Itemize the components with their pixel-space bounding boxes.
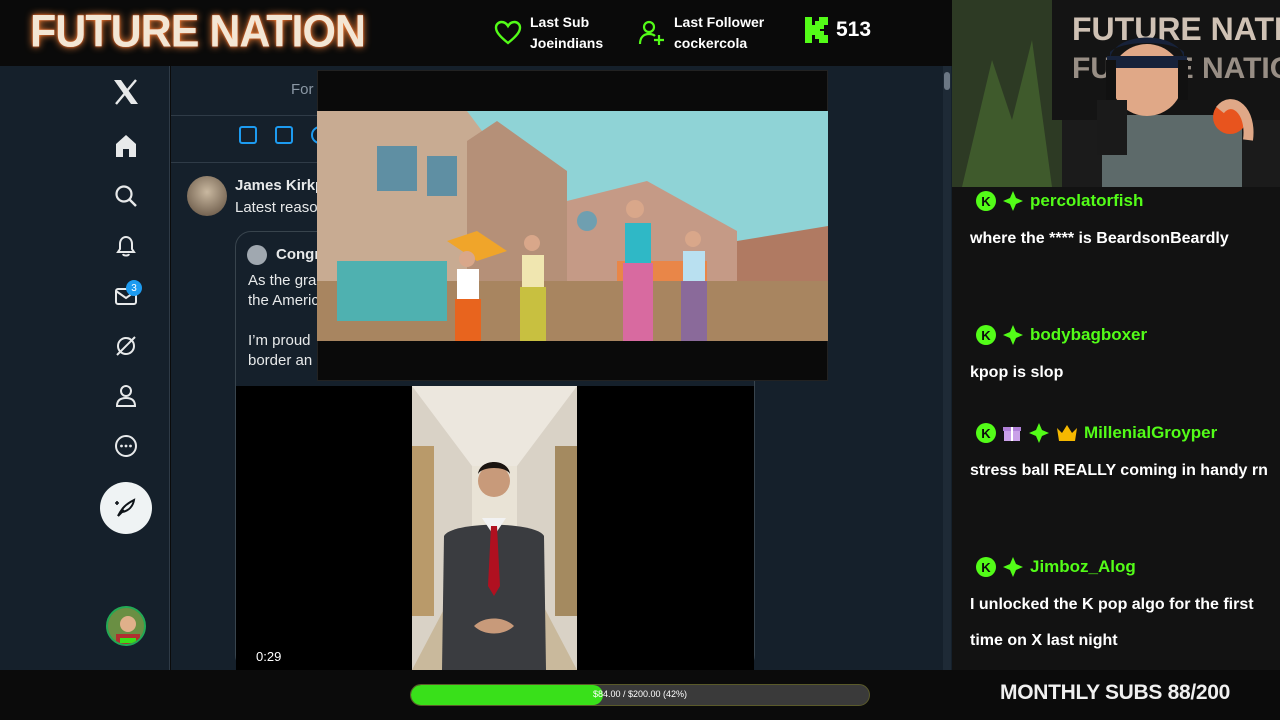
last-sub-label: Last Sub [530, 14, 590, 30]
chat-username[interactable]: bodybagboxer [1030, 325, 1147, 345]
kick-badge-icon: K [976, 557, 996, 577]
x-sidebar [0, 66, 170, 670]
chat-username[interactable]: Jimboz_Alog [1030, 557, 1136, 577]
quoted-author-avatar [247, 245, 267, 265]
profile-icon[interactable] [108, 378, 144, 414]
tab-for-you[interactable]: For [291, 81, 314, 98]
webcam-feed: FUTURE NATION FUTURE NATION [952, 0, 1280, 187]
chat-username-row: K Jimboz_Alog [976, 556, 1136, 578]
last-follower-label: Last Follower [674, 14, 765, 30]
quoted-text-line: border an [248, 352, 313, 369]
sub-badge-icon [1029, 423, 1049, 443]
viewer-count: 513 [836, 18, 872, 41]
tweet-author-name[interactable]: James Kirkp [235, 177, 324, 194]
more-icon[interactable] [108, 428, 144, 464]
gif-icon[interactable] [275, 126, 293, 144]
chat-username-row: K MillenialGroyper [976, 422, 1217, 444]
sub-badge-icon [1003, 191, 1023, 211]
messages-badge: 3 [126, 280, 142, 296]
tweet-author-avatar[interactable] [187, 176, 227, 216]
kick-badge-icon: K [976, 325, 996, 345]
compose-post-button[interactable] [100, 482, 152, 534]
overlay-video-frame[interactable] [317, 111, 828, 341]
quoted-text-line: the Americ [248, 292, 319, 309]
home-icon[interactable] [108, 128, 144, 164]
brand-title: FUTURE NATION [30, 6, 366, 58]
monthly-subs-counter: MONTHLY SUBS 88/200 [1000, 681, 1231, 704]
add-user-icon [638, 20, 664, 45]
chat-message: where the **** is BeardsonBeardly [970, 230, 1229, 247]
chat-username-row: K percolatorfish [976, 190, 1143, 212]
kick-viewer-count: 513 [804, 16, 871, 44]
feather-icon [115, 498, 136, 517]
account-avatar[interactable] [106, 606, 146, 646]
quoted-text-line: I’m proud [248, 332, 311, 349]
notifications-icon[interactable] [108, 228, 144, 264]
chat-message: I unlocked the K pop algo for the first … [970, 596, 1254, 649]
tweet-text: Latest reaso [235, 199, 318, 216]
chat-username[interactable]: percolatorfish [1030, 191, 1143, 211]
scrollbar[interactable] [943, 66, 951, 670]
gift-badge-icon [1003, 427, 1021, 441]
chat-username-row: K bodybagboxer [976, 324, 1147, 346]
last-sub-name: Joeindians [530, 35, 604, 51]
grok-icon[interactable] [108, 328, 144, 364]
sub-badge-icon [1003, 557, 1023, 577]
quoted-author-name: Congr [276, 246, 321, 263]
sub-badge-icon [1003, 325, 1023, 345]
chat-message: kpop is slop [970, 364, 1064, 381]
x-logo-icon[interactable] [108, 74, 144, 110]
quoted-text-line: As the gra [248, 272, 317, 289]
heart-icon [494, 20, 522, 45]
chat-username[interactable]: MillenialGroyper [1084, 423, 1217, 443]
last-sub-stat: Last Sub Joeindians [494, 12, 603, 54]
kick-badge-icon: K [976, 191, 996, 211]
crown-badge-icon [1057, 425, 1077, 441]
sub-goal-text: $84.00 / $200.00 (42%) [592, 689, 688, 699]
last-follower-name: cockercola [674, 35, 748, 51]
image-icon[interactable] [239, 126, 257, 144]
kick-badge-icon: K [976, 423, 996, 443]
kick-logo-icon [805, 17, 828, 43]
search-icon[interactable] [108, 178, 144, 214]
tweet-video-frame[interactable] [412, 386, 577, 670]
video-timestamp: 0:29 [256, 649, 282, 664]
last-follower-stat: Last Follower cockercola [638, 12, 764, 54]
scrollbar-thumb[interactable] [944, 72, 950, 90]
chat-message: stress ball REALLY coming in handy rn [970, 462, 1268, 479]
svg-text:FUTURE NATION: FUTURE NATION [1072, 11, 1280, 47]
